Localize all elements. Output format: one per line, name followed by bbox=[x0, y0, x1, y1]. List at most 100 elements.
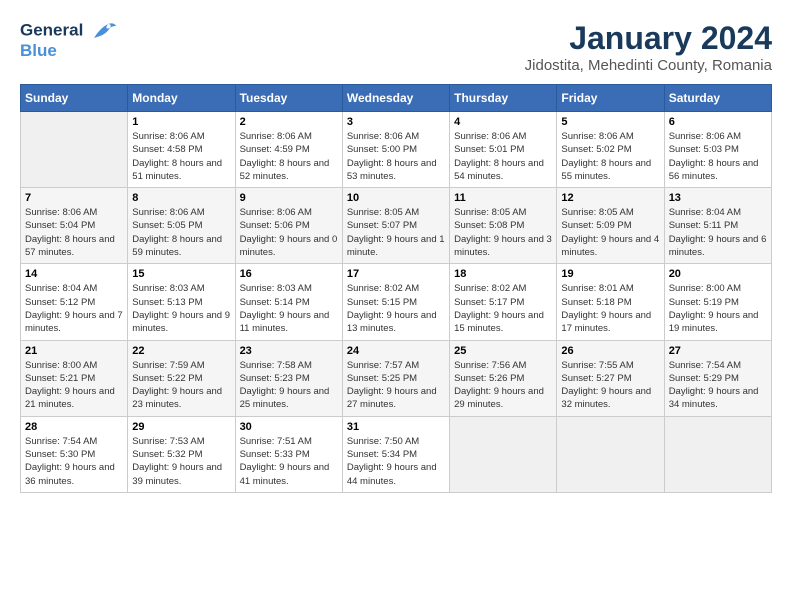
day-number: 27 bbox=[669, 345, 767, 357]
calendar-cell: 25Sunrise: 7:56 AMSunset: 5:26 PMDayligh… bbox=[450, 340, 557, 416]
day-info: Sunrise: 7:54 AMSunset: 5:29 PMDaylight:… bbox=[669, 359, 767, 412]
day-info: Sunrise: 7:54 AMSunset: 5:30 PMDaylight:… bbox=[25, 435, 123, 488]
day-info: Sunrise: 8:04 AMSunset: 5:11 PMDaylight:… bbox=[669, 206, 767, 259]
day-info: Sunrise: 8:01 AMSunset: 5:18 PMDaylight:… bbox=[561, 282, 659, 335]
day-number: 3 bbox=[347, 116, 445, 128]
calendar-cell: 13 Sunrise: 8:04 AMSunset: 5:11 PMDayligh… bbox=[664, 188, 771, 264]
calendar-cell: 3 Sunrise: 8:06 AMSunset: 5:00 PMDaylight… bbox=[342, 112, 449, 188]
calendar-cell: 28 Sunrise: 7:54 AMSunset: 5:30 PMDayligh… bbox=[21, 416, 128, 492]
weekday-header-thursday: Thursday bbox=[450, 85, 557, 112]
day-info: Sunrise: 8:06 AMSunset: 5:03 PMDaylight:… bbox=[669, 130, 767, 183]
day-number: 30 bbox=[240, 421, 338, 433]
calendar-cell: 23 Sunrise: 7:58 AMSunset: 5:23 PMDayligh… bbox=[235, 340, 342, 416]
calendar-cell: 30 Sunrise: 7:51 AMSunset: 5:33 PMDayligh… bbox=[235, 416, 342, 492]
title-block: January 2024 Jidostita, Mehedinti County… bbox=[525, 20, 772, 74]
calendar-subtitle: Jidostita, Mehedinti County, Romania bbox=[525, 57, 772, 74]
day-number: 20 bbox=[669, 268, 767, 280]
week-row-1: 1Sunrise: 8:06 AMSunset: 4:58 PMDaylight… bbox=[21, 112, 772, 188]
calendar-cell: 4 Sunrise: 8:06 AMSunset: 5:01 PMDaylight… bbox=[450, 112, 557, 188]
day-info: Sunrise: 8:02 AMSunset: 5:15 PMDaylight:… bbox=[347, 282, 445, 335]
logo: General Blue bbox=[20, 20, 118, 59]
weekday-header-wednesday: Wednesday bbox=[342, 85, 449, 112]
day-number: 15 bbox=[132, 268, 230, 280]
calendar-cell: 10Sunrise: 8:05 AMSunset: 5:07 PMDayligh… bbox=[342, 188, 449, 264]
day-info: Sunrise: 7:51 AMSunset: 5:33 PMDaylight:… bbox=[240, 435, 338, 488]
day-number: 29 bbox=[132, 421, 230, 433]
day-info: Sunrise: 8:06 AMSunset: 5:01 PMDaylight:… bbox=[454, 130, 552, 183]
day-number: 5 bbox=[561, 116, 659, 128]
day-number: 23 bbox=[240, 345, 338, 357]
day-number: 22 bbox=[132, 345, 230, 357]
day-info: Sunrise: 8:06 AMSunset: 5:04 PMDaylight:… bbox=[25, 206, 123, 259]
day-info: Sunrise: 8:00 AMSunset: 5:21 PMDaylight:… bbox=[25, 359, 123, 412]
calendar-cell: 7 Sunrise: 8:06 AMSunset: 5:04 PMDaylight… bbox=[21, 188, 128, 264]
day-number: 8 bbox=[132, 192, 230, 204]
calendar-cell: 14 Sunrise: 8:04 AMSunset: 5:12 PMDayligh… bbox=[21, 264, 128, 340]
day-number: 4 bbox=[454, 116, 552, 128]
calendar-cell bbox=[557, 416, 664, 492]
week-row-3: 14 Sunrise: 8:04 AMSunset: 5:12 PMDayligh… bbox=[21, 264, 772, 340]
day-info: Sunrise: 7:58 AMSunset: 5:23 PMDaylight:… bbox=[240, 359, 338, 412]
day-number: 28 bbox=[25, 421, 123, 433]
calendar-cell: 5Sunrise: 8:06 AMSunset: 5:02 PMDaylight… bbox=[557, 112, 664, 188]
page-header: General Blue January 2024 Jidostita, Meh… bbox=[20, 20, 772, 74]
calendar-cell: 17 Sunrise: 8:02 AMSunset: 5:15 PMDayligh… bbox=[342, 264, 449, 340]
day-info: Sunrise: 7:59 AMSunset: 5:22 PMDaylight:… bbox=[132, 359, 230, 412]
day-info: Sunrise: 8:06 AMSunset: 5:06 PMDaylight:… bbox=[240, 206, 338, 259]
day-info: Sunrise: 8:04 AMSunset: 5:12 PMDaylight:… bbox=[25, 282, 123, 335]
day-number: 24 bbox=[347, 345, 445, 357]
day-info: Sunrise: 7:50 AMSunset: 5:34 PMDaylight:… bbox=[347, 435, 445, 488]
day-number: 2 bbox=[240, 116, 338, 128]
day-info: Sunrise: 8:06 AMSunset: 5:05 PMDaylight:… bbox=[132, 206, 230, 259]
day-number: 14 bbox=[25, 268, 123, 280]
calendar-cell: 24 Sunrise: 7:57 AMSunset: 5:25 PMDayligh… bbox=[342, 340, 449, 416]
day-info: Sunrise: 8:03 AMSunset: 5:13 PMDaylight:… bbox=[132, 282, 230, 335]
weekday-header-saturday: Saturday bbox=[664, 85, 771, 112]
calendar-cell: 11Sunrise: 8:05 AMSunset: 5:08 PMDayligh… bbox=[450, 188, 557, 264]
calendar-cell bbox=[664, 416, 771, 492]
day-number: 9 bbox=[240, 192, 338, 204]
day-info: Sunrise: 8:06 AMSunset: 5:00 PMDaylight:… bbox=[347, 130, 445, 183]
calendar-title: January 2024 bbox=[525, 20, 772, 57]
calendar-cell: 1Sunrise: 8:06 AMSunset: 4:58 PMDaylight… bbox=[128, 112, 235, 188]
day-number: 6 bbox=[669, 116, 767, 128]
week-row-5: 28 Sunrise: 7:54 AMSunset: 5:30 PMDayligh… bbox=[21, 416, 772, 492]
calendar-cell: 12Sunrise: 8:05 AMSunset: 5:09 PMDayligh… bbox=[557, 188, 664, 264]
calendar-cell: 22 Sunrise: 7:59 AMSunset: 5:22 PMDayligh… bbox=[128, 340, 235, 416]
day-info: Sunrise: 8:05 AMSunset: 5:09 PMDaylight:… bbox=[561, 206, 659, 259]
calendar-cell: 15 Sunrise: 8:03 AMSunset: 5:13 PMDayligh… bbox=[128, 264, 235, 340]
day-info: Sunrise: 7:55 AMSunset: 5:27 PMDaylight:… bbox=[561, 359, 659, 412]
day-number: 18 bbox=[454, 268, 552, 280]
logo-bird-icon bbox=[90, 20, 118, 42]
calendar-cell: 18Sunrise: 8:02 AMSunset: 5:17 PMDayligh… bbox=[450, 264, 557, 340]
calendar-cell: 9 Sunrise: 8:06 AMSunset: 5:06 PMDaylight… bbox=[235, 188, 342, 264]
day-number: 16 bbox=[240, 268, 338, 280]
calendar-table: SundayMondayTuesdayWednesdayThursdayFrid… bbox=[20, 84, 772, 493]
week-row-4: 21Sunrise: 8:00 AMSunset: 5:21 PMDayligh… bbox=[21, 340, 772, 416]
weekday-header-monday: Monday bbox=[128, 85, 235, 112]
weekday-header-friday: Friday bbox=[557, 85, 664, 112]
logo-text: General bbox=[20, 20, 118, 42]
day-number: 31 bbox=[347, 421, 445, 433]
day-number: 17 bbox=[347, 268, 445, 280]
day-info: Sunrise: 7:57 AMSunset: 5:25 PMDaylight:… bbox=[347, 359, 445, 412]
day-number: 25 bbox=[454, 345, 552, 357]
day-number: 13 bbox=[669, 192, 767, 204]
day-info: Sunrise: 7:53 AMSunset: 5:32 PMDaylight:… bbox=[132, 435, 230, 488]
calendar-cell bbox=[450, 416, 557, 492]
calendar-cell bbox=[21, 112, 128, 188]
calendar-cell: 2 Sunrise: 8:06 AMSunset: 4:59 PMDaylight… bbox=[235, 112, 342, 188]
weekday-header-tuesday: Tuesday bbox=[235, 85, 342, 112]
calendar-cell: 27 Sunrise: 7:54 AMSunset: 5:29 PMDayligh… bbox=[664, 340, 771, 416]
logo-blue-text: Blue bbox=[20, 42, 118, 59]
calendar-cell: 19Sunrise: 8:01 AMSunset: 5:18 PMDayligh… bbox=[557, 264, 664, 340]
day-number: 1 bbox=[132, 116, 230, 128]
day-number: 7 bbox=[25, 192, 123, 204]
calendar-cell: 26Sunrise: 7:55 AMSunset: 5:27 PMDayligh… bbox=[557, 340, 664, 416]
calendar-cell: 8 Sunrise: 8:06 AMSunset: 5:05 PMDaylight… bbox=[128, 188, 235, 264]
week-row-2: 7 Sunrise: 8:06 AMSunset: 5:04 PMDaylight… bbox=[21, 188, 772, 264]
day-info: Sunrise: 8:05 AMSunset: 5:08 PMDaylight:… bbox=[454, 206, 552, 259]
calendar-cell: 29 Sunrise: 7:53 AMSunset: 5:32 PMDayligh… bbox=[128, 416, 235, 492]
day-info: Sunrise: 8:06 AMSunset: 4:59 PMDaylight:… bbox=[240, 130, 338, 183]
calendar-cell: 16Sunrise: 8:03 AMSunset: 5:14 PMDayligh… bbox=[235, 264, 342, 340]
